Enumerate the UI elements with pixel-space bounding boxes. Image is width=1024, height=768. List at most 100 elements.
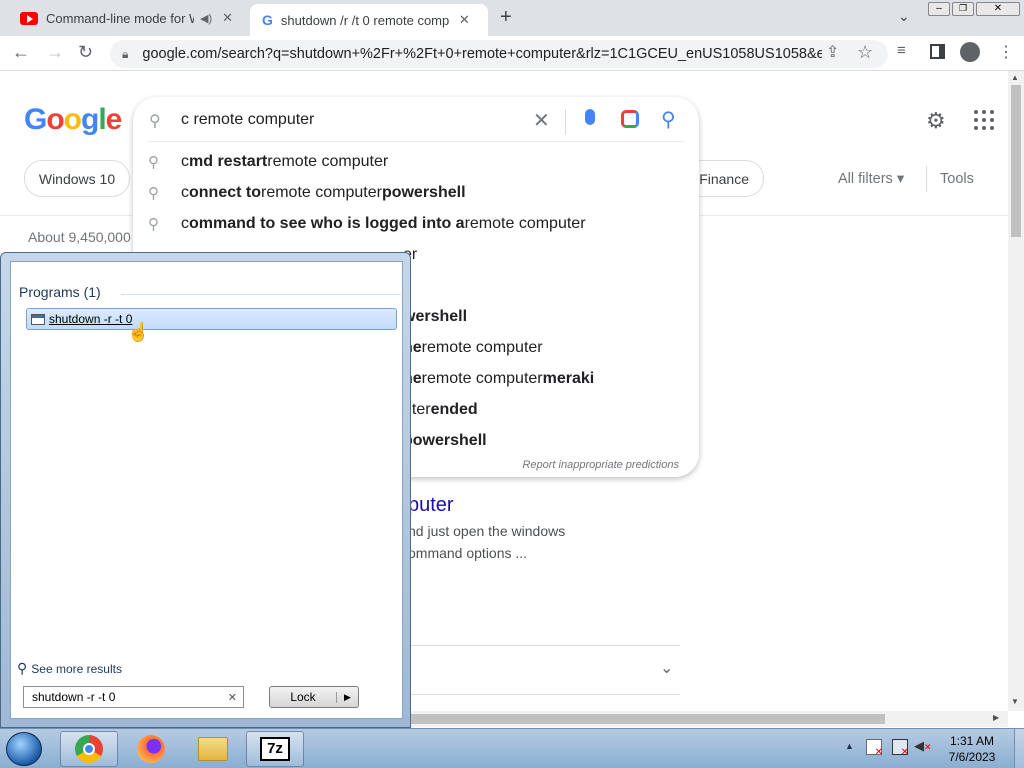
search-submit-icon[interactable]: ⚲ <box>661 107 676 132</box>
google-g-icon: G <box>262 12 273 28</box>
result-title[interactable]: puter <box>408 494 454 517</box>
profile-avatar-icon[interactable] <box>960 42 980 62</box>
scrollbar-thumb[interactable] <box>403 714 885 724</box>
chip-windows-10[interactable]: Windows 10 <box>24 160 130 197</box>
search-icon: ⚲ <box>148 154 159 171</box>
suggestion-item[interactable]: uter ended <box>403 401 478 419</box>
show-desktop-button[interactable] <box>1014 729 1024 768</box>
result-snippet-line: nd just open the windows <box>408 523 566 539</box>
tab-command-line-mode[interactable]: Command-line mode for Wi ◀︎) ✕ <box>8 0 248 36</box>
divider <box>926 166 927 192</box>
search-icon: ⚲ <box>149 113 161 130</box>
horizontal-scrollbar[interactable]: ▶ <box>403 711 1008 727</box>
tab-title: shutdown /r /t 0 remote compute <box>280 12 449 28</box>
suggestion-item[interactable]: wershell <box>403 308 467 326</box>
browser-toolbar: ← → ↻ 🔒︎ google.com/search?q=shutdown+%2… <box>0 36 1024 71</box>
chrome-icon <box>75 735 103 763</box>
restore-icon[interactable]: ❐ <box>952 2 974 16</box>
settings-gear-icon[interactable]: ⚙ <box>926 108 946 134</box>
divider <box>148 141 684 142</box>
forward-icon[interactable]: → <box>46 42 64 63</box>
divider <box>408 694 680 695</box>
expand-chevron-icon[interactable]: ⌄ <box>660 658 673 678</box>
side-panel-icon[interactable] <box>930 44 945 59</box>
suggestion-item[interactable]: ⚲ c ommand to see who is logged into a re… <box>148 215 586 233</box>
clear-search-icon[interactable]: ✕ <box>228 691 237 704</box>
suggestion-item[interactable]: powershell <box>403 432 487 450</box>
see-more-results-link[interactable]: ⚲ See more results <box>17 660 122 677</box>
lock-icon[interactable]: 🔒︎ <box>122 47 128 62</box>
vertical-scrollbar[interactable]: ▲ ▼ <box>1008 71 1024 711</box>
share-icon[interactable]: ⇪ <box>826 42 839 62</box>
system-clock[interactable]: 1:31 AM 7/6/2023 <box>936 733 1008 765</box>
tools-button[interactable]: Tools <box>940 171 974 187</box>
minimize-icon[interactable]: – <box>928 2 950 16</box>
start-orb-icon[interactable] <box>6 732 42 766</box>
voice-search-icon[interactable] <box>585 109 595 125</box>
tab-shutdown-search[interactable]: G shutdown /r /t 0 remote compute ✕ <box>250 4 488 36</box>
start-search-input[interactable]: shutdown -r -t 0 ✕ <box>23 686 244 708</box>
search-icon: ⚲ <box>148 216 159 233</box>
volume-muted-icon[interactable]: ◀✕ <box>914 738 932 754</box>
hand-cursor-icon: ☝ <box>127 322 150 342</box>
divider <box>408 645 680 646</box>
clock-date: 7/6/2023 <box>948 750 996 764</box>
show-hidden-icons-icon[interactable]: ▲ <box>845 741 854 751</box>
network-icon[interactable]: ✕ <box>892 739 909 758</box>
program-label: shutdown -r -t 0 <box>49 312 133 326</box>
lock-button[interactable]: Lock ▶ <box>269 686 359 708</box>
tab-title: Command-line mode for Wi <box>46 10 194 26</box>
apps-grid-icon[interactable] <box>974 110 994 130</box>
new-tab-icon[interactable]: + <box>500 6 512 29</box>
browser-tab-bar: Command-line mode for Wi ◀︎) ✕ G shutdow… <box>0 0 1024 36</box>
programs-header: Programs (1) <box>19 284 101 300</box>
menu-kebab-icon[interactable]: ⋮ <box>998 42 1014 62</box>
suggestion-item[interactable]: ⚲ c onnect to remote computer powershell <box>148 184 466 202</box>
window-close-icon[interactable]: ✕ <box>976 2 1020 16</box>
close-tab-icon[interactable]: ✕ <box>459 12 470 28</box>
lens-search-icon[interactable] <box>621 110 639 128</box>
report-predictions-link[interactable]: Report inappropriate predictions <box>522 459 679 471</box>
url-text: google.com/search?q=shutdown+%2Fr+%2Ft+0… <box>142 46 823 62</box>
result-snippet-line: ommand options ... <box>408 545 528 561</box>
search-icon: ⚲ <box>148 185 159 202</box>
taskbar-file-explorer[interactable] <box>184 731 242 767</box>
reload-icon[interactable]: ↻ <box>78 42 93 63</box>
firefox-icon <box>137 735 165 763</box>
all-filters-button[interactable]: All filters ▾ <box>838 171 904 187</box>
reading-list-icon[interactable]: ≡ <box>897 42 906 59</box>
taskbar: 7z ▲ ✕ ✕ ◀✕ 1:31 AM 7/6/2023 <box>0 728 1024 768</box>
youtube-icon <box>20 11 38 25</box>
speaker-icon[interactable]: ◀︎) <box>200 12 212 25</box>
suggestion-item[interactable]: he remote computer meraki <box>403 370 594 388</box>
7zip-icon: 7z <box>260 737 290 761</box>
bookmark-star-icon[interactable]: ☆ <box>857 42 873 63</box>
lock-options-arrow-icon[interactable]: ▶ <box>336 691 358 703</box>
divider <box>121 294 401 295</box>
search-input[interactable]: c remote computer <box>181 111 314 129</box>
taskbar-7zip[interactable]: 7z <box>246 731 304 767</box>
suggestion-item[interactable]: he remote computer <box>403 339 543 357</box>
scroll-right-icon[interactable]: ▶ <box>993 713 999 722</box>
magnifier-icon: ⚲ <box>17 660 28 676</box>
taskbar-firefox[interactable] <box>122 731 180 767</box>
tab-search-chevron-icon[interactable]: ⌄ <box>898 8 910 25</box>
address-bar[interactable]: 🔒︎ google.com/search?q=shutdown+%2Fr+%2F… <box>110 40 888 68</box>
results-count: About 9,450,000 <box>28 229 131 245</box>
close-tab-icon[interactable]: ✕ <box>222 10 233 26</box>
divider <box>565 109 566 135</box>
start-menu: Programs (1) shutdown -r -t 0 ☝ ⚲ See mo… <box>0 252 411 728</box>
back-icon[interactable]: ← <box>12 42 30 63</box>
clear-search-icon[interactable]: ✕ <box>533 108 550 133</box>
clock-time: 1:31 AM <box>949 734 995 748</box>
scrollbar-thumb[interactable] <box>1011 85 1021 237</box>
taskbar-chrome[interactable] <box>60 731 118 767</box>
console-icon <box>31 313 45 325</box>
action-center-icon[interactable]: ✕ <box>866 739 883 758</box>
google-logo[interactable]: Google <box>24 103 122 137</box>
folder-icon <box>198 737 228 761</box>
scroll-up-icon[interactable]: ▲ <box>1011 73 1019 82</box>
scroll-down-icon[interactable]: ▼ <box>1011 697 1019 706</box>
program-result-shutdown[interactable]: shutdown -r -t 0 <box>26 308 397 330</box>
suggestion-item[interactable]: ⚲ c md restart remote computer <box>148 153 388 171</box>
